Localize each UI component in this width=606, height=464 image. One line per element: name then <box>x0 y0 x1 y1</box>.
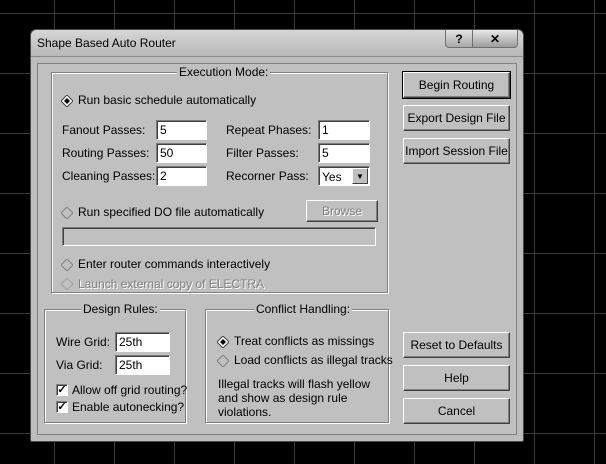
fanout-passes-label: Fanout Passes: <box>62 123 146 137</box>
allow-off-grid-checkbox[interactable]: ✓ <box>56 384 68 396</box>
routing-passes-label: Routing Passes: <box>62 146 150 160</box>
execution-mode-title: Execution Mode: <box>177 65 271 79</box>
run-do-label[interactable]: Run specified DO file automatically <box>78 205 264 219</box>
cancel-label: Cancel <box>437 404 476 418</box>
treat-missings-label[interactable]: Treat conflicts as missings <box>234 334 374 348</box>
help-label: Help <box>444 371 469 385</box>
filter-passes-label: Filter Passes: <box>226 146 299 160</box>
chevron-down-icon[interactable]: ▼ <box>352 168 368 184</box>
cleaning-passes-label: Cleaning Passes: <box>62 169 156 183</box>
load-illegal-label[interactable]: Load conflicts as illegal tracks <box>234 353 393 367</box>
fanout-passes-input[interactable]: 5 <box>156 120 207 140</box>
reset-defaults-button[interactable]: Reset to Defaults <box>403 332 510 358</box>
enable-autonecking-checkbox[interactable]: ✓ <box>56 401 68 413</box>
recorner-pass-select[interactable]: Yes ▼ <box>318 166 370 186</box>
wire-grid-label: Wire Grid: <box>56 335 110 349</box>
allow-off-grid-label[interactable]: Allow off grid routing? <box>72 383 187 397</box>
launch-electra-radio[interactable] <box>61 278 73 290</box>
enable-autonecking-label[interactable]: Enable autonecking? <box>72 400 184 414</box>
browse-button[interactable]: Browse <box>306 200 378 222</box>
run-basic-radio[interactable] <box>61 95 73 107</box>
wire-grid-input[interactable]: 25th <box>115 332 170 352</box>
repeat-phases-label: Repeat Phases: <box>226 123 312 137</box>
export-design-button[interactable]: Export Design File <box>403 105 510 131</box>
help-button[interactable]: Help <box>403 365 510 391</box>
dialog-client-area: Execution Mode: Run basic schedule autom… <box>37 63 517 435</box>
run-basic-label[interactable]: Run basic schedule automatically <box>78 93 256 107</box>
export-design-label: Export Design File <box>407 111 506 125</box>
import-session-label: Import Session File <box>405 144 508 158</box>
enter-commands-label[interactable]: Enter router commands interactively <box>78 257 270 271</box>
recorner-pass-value: Yes <box>322 170 342 184</box>
via-grid-input[interactable]: 25th <box>115 355 170 375</box>
browse-button-label: Browse <box>321 204 362 218</box>
reset-defaults-label: Reset to Defaults <box>410 338 503 352</box>
execution-mode-group: Execution Mode: Run basic schedule autom… <box>51 65 388 293</box>
cancel-button[interactable]: Cancel <box>403 398 510 424</box>
treat-missings-radio[interactable] <box>217 336 229 348</box>
do-file-path-input[interactable] <box>62 227 376 246</box>
design-rules-group: Design Rules: Wire Grid: 25th Via Grid: … <box>44 302 187 423</box>
run-do-radio[interactable] <box>61 207 73 219</box>
load-illegal-radio[interactable] <box>217 355 229 367</box>
auto-router-dialog: Shape Based Auto Router ? ✕ Execution Mo… <box>30 29 524 442</box>
via-grid-label: Via Grid: <box>56 358 103 372</box>
cleaning-passes-input[interactable]: 2 <box>156 166 207 186</box>
title-help-button[interactable]: ? <box>445 30 473 48</box>
enter-commands-radio[interactable] <box>61 259 73 271</box>
question-icon: ? <box>455 31 463 46</box>
design-rules-title: Design Rules: <box>81 302 160 316</box>
title-close-button[interactable]: ✕ <box>472 30 518 48</box>
begin-routing-button[interactable]: Begin Routing <box>402 71 511 99</box>
conflict-note: Illegal tracks will flash yellow and sho… <box>218 377 371 419</box>
close-icon: ✕ <box>489 31 501 46</box>
conflict-handling-group: Conflict Handling: Treat conflicts as mi… <box>205 302 393 423</box>
launch-electra-label[interactable]: Launch external copy of ELECTRA <box>78 277 264 291</box>
repeat-phases-input[interactable]: 1 <box>318 120 370 140</box>
import-session-button[interactable]: Import Session File <box>403 138 510 164</box>
begin-routing-label: Begin Routing <box>418 78 495 92</box>
filter-passes-input[interactable]: 5 <box>318 143 370 163</box>
conflict-handling-title: Conflict Handling: <box>254 302 353 316</box>
routing-passes-input[interactable]: 50 <box>156 143 207 163</box>
recorner-pass-label: Recorner Pass: <box>226 169 309 183</box>
window-title: Shape Based Auto Router <box>37 36 176 50</box>
title-bar[interactable]: Shape Based Auto Router ? ✕ <box>31 30 523 57</box>
